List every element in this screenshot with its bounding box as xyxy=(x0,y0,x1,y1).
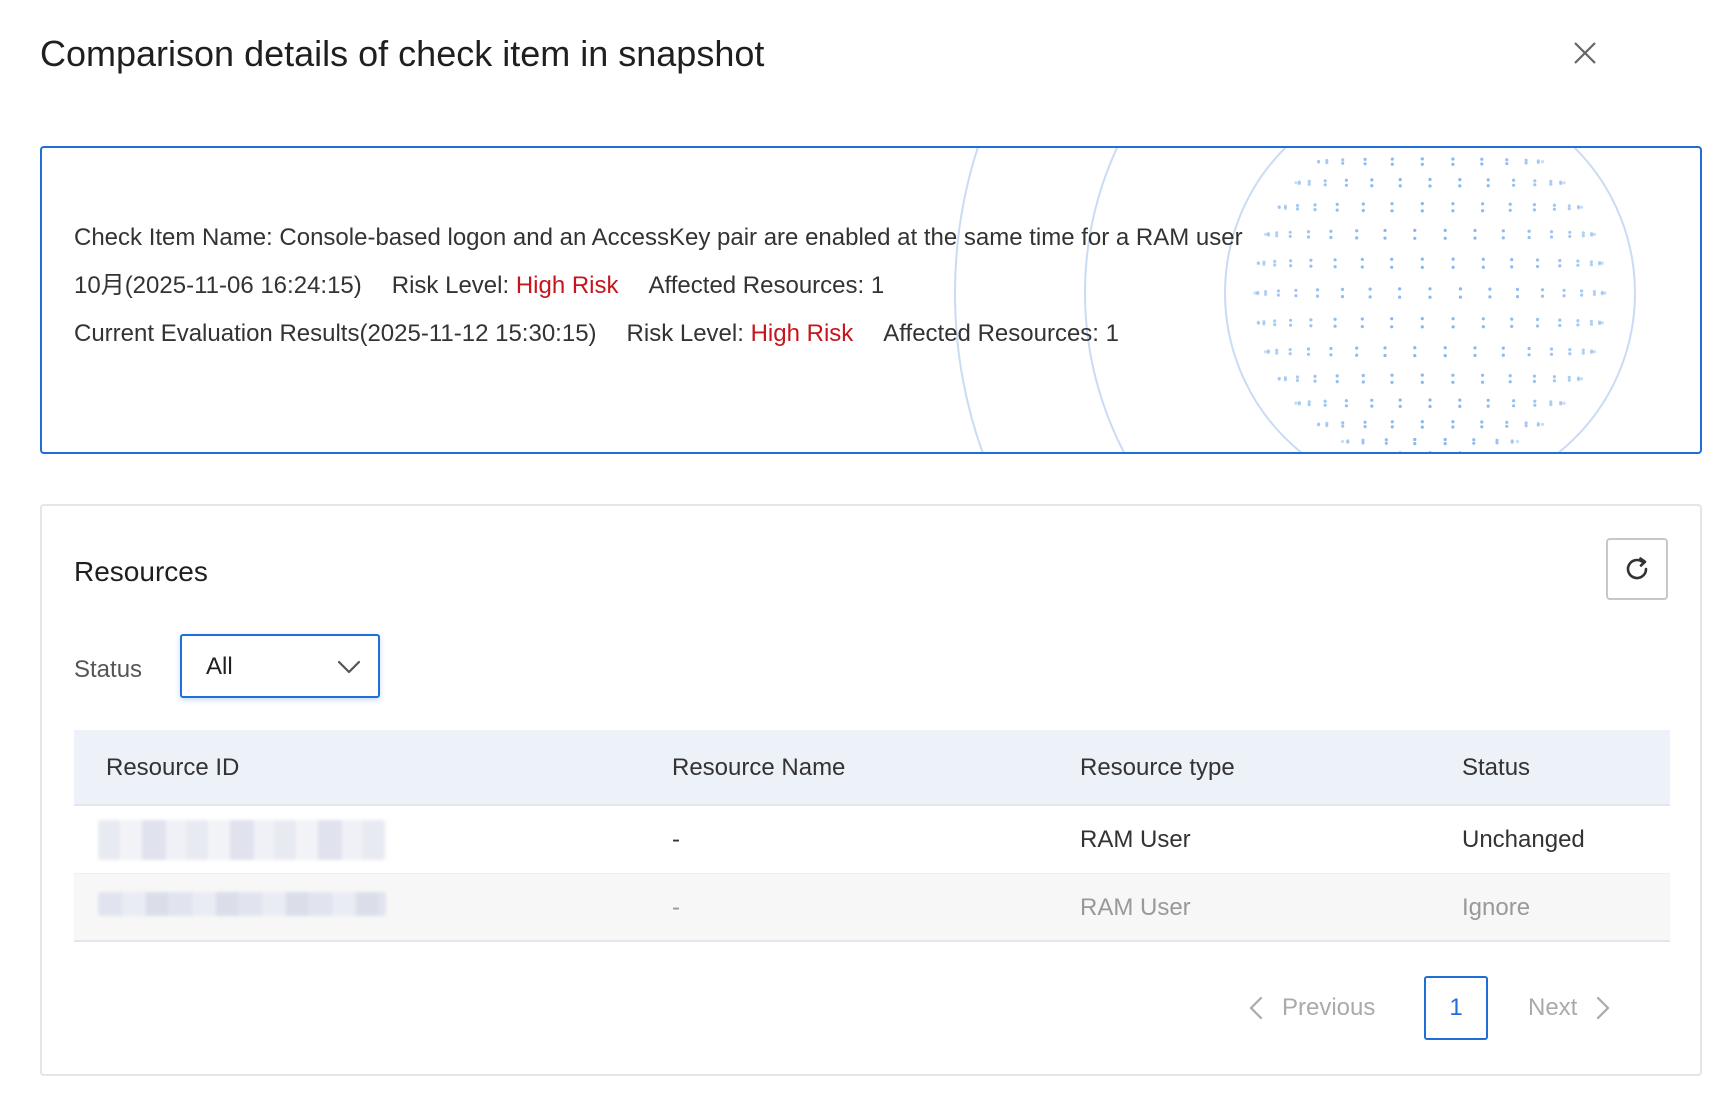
check-item-name: Check Item Name: Console-based logon and… xyxy=(74,224,1243,251)
next-label: Next xyxy=(1528,994,1578,1021)
column-resource-name: Resource Name xyxy=(672,754,846,781)
table-row[interactable]: - RAM User Unchanged xyxy=(74,806,1670,874)
refresh-button[interactable] xyxy=(1606,538,1668,600)
current-risk-level: High Risk xyxy=(750,320,854,347)
chevron-right-icon xyxy=(1597,996,1610,1020)
resources-card: Resources Status All Resource ID Resourc… xyxy=(40,504,1702,1076)
current-result-line: Current Evaluation Results(2025-11-12 15… xyxy=(74,318,1119,350)
table-header: Resource ID Resource Name Resource type … xyxy=(74,730,1670,806)
previous-label: Previous xyxy=(1282,994,1376,1021)
close-button[interactable] xyxy=(1570,38,1600,68)
next-page-button[interactable]: Next xyxy=(1528,976,1611,1040)
summary-panel: Check Item Name: Console-based logon and… xyxy=(40,146,1702,454)
cell-resource-name: - xyxy=(672,894,680,921)
redacted-resource-id xyxy=(98,892,386,916)
column-resource-type: Resource type xyxy=(1080,754,1235,781)
snapshot-risk-level: High Risk xyxy=(515,272,619,299)
cell-resource-type: RAM User xyxy=(1080,826,1191,853)
comparison-dialog: Comparison details of check item in snap… xyxy=(0,0,1730,1116)
current-affected-resources: Affected Resources: 1 xyxy=(883,320,1119,347)
status-filter-select[interactable]: All xyxy=(180,634,380,698)
cell-resource-name: - xyxy=(672,826,680,853)
column-status: Status xyxy=(1462,754,1531,781)
snapshot-affected-resources: Affected Resources: 1 xyxy=(648,272,885,299)
table-row[interactable]: - RAM User Ignore xyxy=(74,874,1670,942)
pagination: Previous 1 Next xyxy=(1248,976,1668,1040)
chevron-down-icon xyxy=(337,660,361,674)
refresh-icon xyxy=(1626,557,1648,580)
resources-table: Resource ID Resource Name Resource type … xyxy=(74,730,1670,942)
dialog-title: Comparison details of check item in snap… xyxy=(40,33,765,74)
cell-status: Unchanged xyxy=(1462,826,1585,853)
snapshot-label: 10月(2025-11-06 16:24:15) xyxy=(74,272,362,299)
current-risk-prefix: Risk Level: xyxy=(626,320,751,347)
cell-resource-type: RAM User xyxy=(1080,894,1191,921)
column-resource-id: Resource ID xyxy=(106,754,240,781)
snapshot-risk-prefix: Risk Level: xyxy=(391,272,516,299)
resources-title: Resources xyxy=(74,556,208,587)
redacted-resource-id xyxy=(98,820,386,860)
status-filter-label: Status xyxy=(74,656,143,683)
current-label: Current Evaluation Results(2025-11-12 15… xyxy=(74,320,597,347)
close-icon xyxy=(1574,42,1596,64)
chevron-left-icon xyxy=(1249,996,1263,1020)
previous-page-button[interactable]: Previous xyxy=(1248,976,1375,1040)
cell-status: Ignore xyxy=(1462,894,1531,921)
status-filter-value: All xyxy=(206,653,233,680)
snapshot-result-line: 10月(2025-11-06 16:24:15) Risk Level: High… xyxy=(74,270,884,302)
page-1-button[interactable]: 1 xyxy=(1424,976,1488,1040)
